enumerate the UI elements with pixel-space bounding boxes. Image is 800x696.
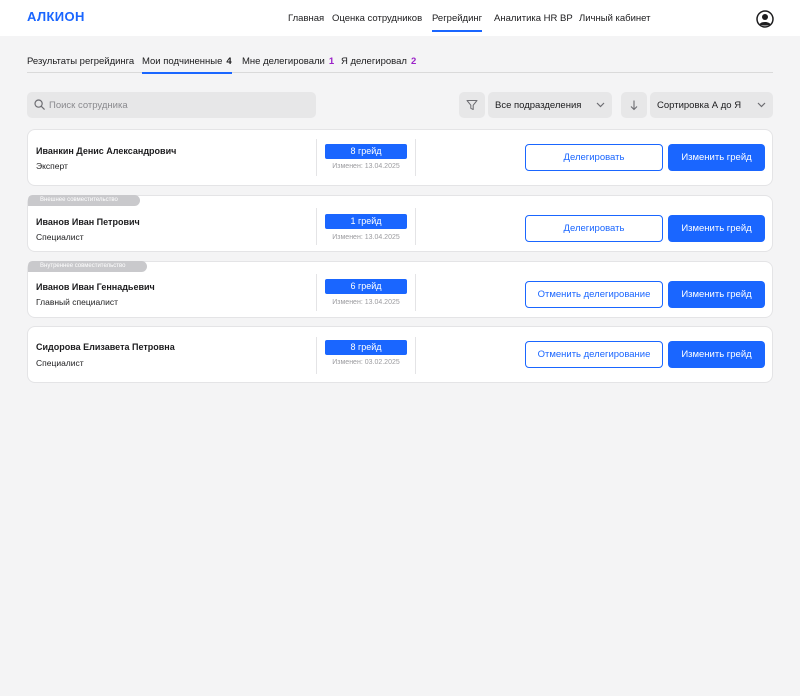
cancel-delegation-button[interactable]: Отменить делегирование <box>525 281 663 308</box>
employee-name: Иванов Иван Петрович <box>36 217 140 227</box>
employee-position: Главный специалист <box>36 297 119 307</box>
delegate-button[interactable]: Делегировать <box>525 215 663 242</box>
employee-name: Сидорова Елизавета Петровна <box>36 342 175 352</box>
employee-name: Иванкин Денис Александрович <box>36 146 177 156</box>
delegate-button[interactable]: Делегировать <box>525 144 663 171</box>
change-grade-button[interactable]: Изменить грейд <box>668 215 765 242</box>
chevron-down-icon <box>757 102 766 108</box>
top-header: АЛКИОН Главная Оценка сотрудников Регрей… <box>0 0 800 36</box>
employee-card: Внутреннее совместительство Иванов Иван … <box>27 261 773 318</box>
change-grade-button[interactable]: Изменить грейд <box>668 144 765 171</box>
grade-badge: 1 грейд <box>325 214 407 229</box>
tab-i-delegated[interactable]: Я делегировал 2 <box>341 56 416 67</box>
employment-type-badge: Внешнее совместительство <box>28 195 140 206</box>
grade-changed-date: Изменен: 03.02.2025 <box>332 359 400 366</box>
tab-my-subordinates[interactable]: Мои подчиненные 4 <box>142 56 232 74</box>
chevron-down-icon <box>596 102 605 108</box>
search-input[interactable] <box>49 92 309 118</box>
column-divider <box>415 208 416 245</box>
sort-select-value: Сортировка А до Я <box>657 100 742 111</box>
employee-name: Иванов Иван Геннадьевич <box>36 282 155 292</box>
column-divider <box>316 274 317 311</box>
nav-item-personal-account[interactable]: Личный кабинет <box>579 13 650 24</box>
column-divider <box>415 274 416 311</box>
sort-direction-button[interactable] <box>621 92 647 118</box>
nav-item-home[interactable]: Главная <box>288 13 324 24</box>
nav-item-regrading[interactable]: Регрейдинг <box>432 13 483 32</box>
column-divider <box>415 139 416 176</box>
cancel-delegation-button[interactable]: Отменить делегирование <box>525 341 663 368</box>
grade-changed-date: Изменен: 13.04.2025 <box>332 234 400 241</box>
employee-card: Внешнее совместительство Иванов Иван Пет… <box>27 195 773 252</box>
grade-badge: 8 грейд <box>325 340 407 355</box>
column-divider <box>316 139 317 176</box>
search-icon <box>34 99 45 110</box>
nav-item-employee-evaluation[interactable]: Оценка сотрудников <box>332 13 422 24</box>
employee-card: Сидорова Елизавета Петровна Специалист 8… <box>27 326 773 383</box>
employee-position: Специалист <box>36 232 84 242</box>
department-select-value: Все подразделения <box>495 100 582 111</box>
tab-bar: Результаты регрейдинга Мои подчиненные 4 … <box>27 48 773 74</box>
tab-label: Результаты регрейдинга <box>27 56 135 67</box>
tab-label: Я делегировал <box>341 56 407 67</box>
tab-delegated-to-me[interactable]: Мне делегировали 1 <box>242 56 334 67</box>
app-logo[interactable]: АЛКИОН <box>27 9 85 24</box>
tab-label: Мои подчиненные <box>142 56 223 67</box>
tab-regrading-results[interactable]: Результаты регрейдинга <box>27 56 134 67</box>
filter-button[interactable] <box>459 92 485 118</box>
employee-card: Иванкин Денис Александрович Эксперт 8 гр… <box>27 129 773 186</box>
search-box <box>27 92 316 118</box>
grade-changed-date: Изменен: 13.04.2025 <box>332 299 400 306</box>
change-grade-button[interactable]: Изменить грейд <box>668 281 765 308</box>
user-avatar-icon[interactable] <box>756 10 774 28</box>
tab-count: 1 <box>328 56 335 67</box>
column-divider <box>316 208 317 245</box>
employment-type-badge: Внутреннее совместительство <box>28 261 148 272</box>
arrow-down-icon <box>630 100 638 111</box>
nav-item-hr-bp-analytics[interactable]: Аналитика HR BP <box>494 13 573 24</box>
tab-count: 4 <box>226 56 232 67</box>
tab-count: 2 <box>410 56 417 67</box>
column-divider <box>316 337 317 374</box>
tab-label: Мне делегировали <box>242 56 325 67</box>
employee-position: Эксперт <box>36 161 68 171</box>
tab-bar-divider <box>27 72 773 73</box>
grade-badge: 8 грейд <box>325 144 407 159</box>
sort-select[interactable]: Сортировка А до Я <box>650 92 773 118</box>
employee-position: Специалист <box>36 358 84 368</box>
department-select[interactable]: Все подразделения <box>488 92 612 118</box>
grade-badge: 6 грейд <box>325 279 407 294</box>
filter-icon <box>466 100 478 110</box>
column-divider <box>415 337 416 374</box>
change-grade-button[interactable]: Изменить грейд <box>668 341 765 368</box>
grade-changed-date: Изменен: 13.04.2025 <box>332 163 400 170</box>
